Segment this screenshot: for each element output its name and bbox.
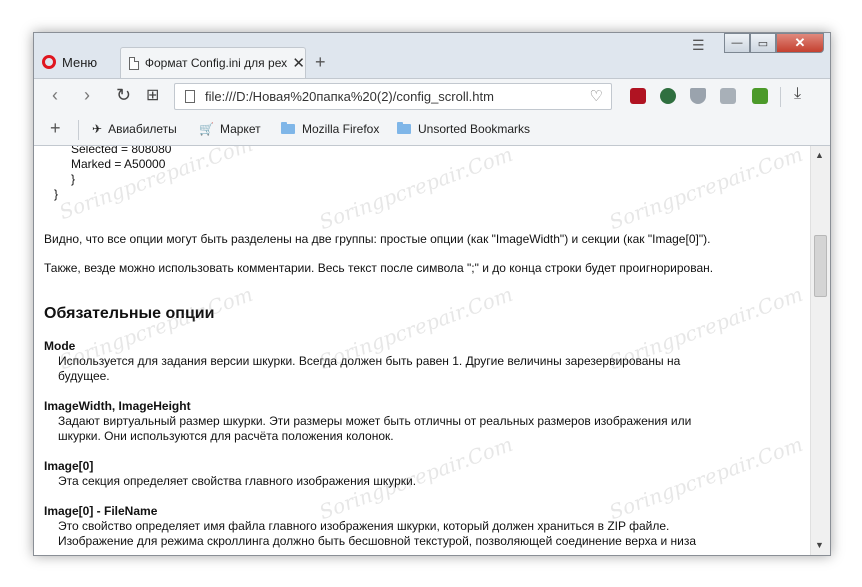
page-icon	[185, 90, 195, 103]
add-bookmark-button[interactable]: +	[50, 118, 61, 139]
code-line: }	[71, 172, 76, 186]
bookmark-label: Маркет	[219, 122, 261, 136]
shield-icon[interactable]	[690, 88, 706, 104]
option-name: Mode	[44, 339, 76, 353]
paragraph: Также, везде можно использовать коммента…	[44, 261, 714, 275]
downloads-button[interactable]: ⤓	[794, 85, 801, 103]
option-desc: Задают виртуальный размер шкурки. Эти ра…	[58, 414, 692, 428]
opera-menu-button[interactable]: Меню	[42, 49, 97, 75]
extension-red-icon[interactable]	[630, 88, 646, 104]
option-name: ImageWidth, ImageHeight	[44, 399, 191, 413]
code-line: }	[54, 187, 59, 201]
tab-strip: Меню Формат Config.ini для рех ✕ + ☰ — ▭…	[34, 33, 830, 78]
bookmark-market[interactable]: 🛒 Маркет	[199, 122, 261, 136]
option-desc: будущее.	[58, 369, 110, 383]
toolbar-separator	[780, 87, 781, 107]
option-desc: Это свойство определяет имя файла главно…	[58, 519, 670, 533]
extension-globe-icon[interactable]	[660, 88, 676, 104]
extension-green-arrow-icon[interactable]	[752, 88, 768, 104]
address-bar[interactable]: file:///D:/Новая%20папка%20(2)/config_sc…	[174, 83, 612, 110]
navigation-bar: ‹ › ↻ ⊞ file:///D:/Новая%20папка%20(2)/c…	[34, 78, 830, 115]
bookmark-aviabilety[interactable]: ✈ Авиабилеты	[92, 122, 177, 136]
tab-config-format[interactable]: Формат Config.ini для рех ✕	[120, 47, 306, 78]
watermark: Soringpcrepair.Com	[606, 146, 806, 235]
minimize-button[interactable]: —	[724, 33, 750, 53]
scroll-down-arrow-icon[interactable]: ▼	[815, 540, 824, 550]
speed-dial-button[interactable]: ⊞	[146, 85, 159, 105]
document-icon	[129, 56, 139, 70]
folder-icon	[397, 122, 411, 134]
bookmark-unsorted[interactable]: Unsorted Bookmarks	[397, 122, 530, 136]
easy-setup-icon[interactable]: ☰	[692, 37, 705, 54]
scrollbar-thumb[interactable]	[814, 235, 827, 297]
plane-icon: ✈	[92, 122, 103, 136]
vertical-scrollbar[interactable]: ▲ ▼	[810, 146, 830, 555]
bookmarks-separator	[78, 120, 79, 140]
cart-icon: 🛒	[199, 122, 214, 136]
code-line: Selected = 808080	[71, 146, 172, 156]
option-desc: Используется для задания версии шкурки. …	[58, 354, 681, 368]
maximize-button[interactable]: ▭	[750, 33, 776, 53]
new-tab-button[interactable]: +	[315, 52, 326, 73]
address-text: file:///D:/Новая%20папка%20(2)/config_sc…	[205, 89, 494, 104]
bookmark-heart-icon[interactable]: ♡	[590, 87, 603, 105]
watermark: Soringpcrepair.Com	[316, 146, 516, 235]
bookmark-mozilla-firefox[interactable]: Mozilla Firefox	[281, 122, 379, 136]
page-content: Selected = 808080 Marked = A50000 } } Ви…	[34, 146, 810, 555]
scroll-up-arrow-icon[interactable]: ▲	[815, 150, 824, 160]
browser-window: Меню Формат Config.ini для рех ✕ + ☰ — ▭…	[33, 32, 831, 556]
menu-label: Меню	[62, 54, 98, 70]
forward-button[interactable]: ›	[84, 85, 90, 106]
watermark: Soringpcrepair.Com	[606, 431, 806, 525]
back-button[interactable]: ‹	[52, 85, 58, 106]
option-name: Image[0]	[44, 459, 94, 473]
option-desc: шкурки. Они используются для расчёта пол…	[58, 429, 394, 443]
tab-title: Формат Config.ini для рех	[144, 56, 288, 70]
bookmarks-bar: + ✈ Авиабилеты 🛒 Маркет Mozilla Firefox …	[34, 114, 830, 146]
extension-download-arrow-icon[interactable]	[720, 88, 736, 104]
option-desc: Эта секция определяет свойства главного …	[58, 474, 417, 488]
opera-logo-icon	[42, 55, 56, 69]
paragraph: Видно, что все опции могут быть разделен…	[44, 232, 711, 246]
bookmark-label: Авиабилеты	[108, 122, 177, 136]
bookmark-label: Unsorted Bookmarks	[418, 122, 531, 136]
reload-button[interactable]: ↻	[116, 85, 131, 106]
close-window-button[interactable]: ✕	[776, 33, 824, 53]
bookmark-label: Mozilla Firefox	[302, 122, 380, 136]
section-heading: Обязательные опции	[44, 305, 215, 322]
code-line: Marked = A50000	[71, 157, 166, 171]
folder-icon	[281, 122, 295, 134]
tab-close-icon[interactable]: ✕	[292, 54, 305, 72]
option-name: Image[0] - FileName	[44, 504, 158, 518]
option-desc: Изображение для режима скроллинга должно…	[58, 534, 697, 548]
